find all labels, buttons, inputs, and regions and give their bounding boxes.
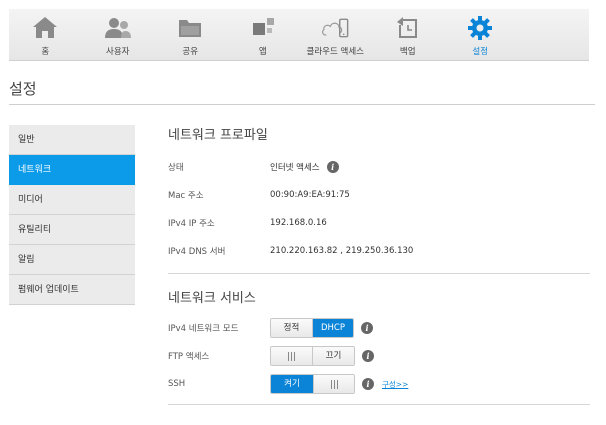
folder-icon (175, 14, 205, 42)
status-label: 상태 (168, 163, 184, 173)
ssh-state-label: 켜기 (271, 375, 313, 393)
mac-address-row: Mac 주소 00:90:A9:EA:91:75 (168, 181, 590, 209)
sidebar-item-notifications[interactable]: 알림 (9, 245, 135, 275)
ipv4-mode-row: IPv4 네트워크 모드 정적 DHCP i (168, 314, 590, 342)
ssh-label: SSH (168, 379, 186, 389)
cloud-access-icon (320, 14, 350, 42)
nav-settings[interactable]: 설정 (444, 9, 517, 61)
info-icon[interactable]: i (361, 322, 373, 334)
ipv4-address-label: IPv4 IP 주소 (168, 219, 215, 229)
ipv4-dns-value: 210.220.163.82 , 219.250.36.130 (270, 246, 414, 256)
nav-shares[interactable]: 공유 (154, 9, 227, 61)
ftp-access-switch[interactable]: 끄기 (270, 346, 355, 366)
network-services-title: 네트워크 서비스 (168, 291, 256, 306)
switch-handle[interactable] (313, 375, 354, 393)
nav-label: 사용자 (106, 47, 130, 57)
nav-home[interactable]: 홈 (9, 9, 82, 61)
status-row: 상태 인터넷 액세스 i (168, 153, 590, 181)
mac-address-label: Mac 주소 (168, 191, 204, 201)
sidebar-item-media[interactable]: 미디어 (9, 185, 135, 215)
mac-address-value: 00:90:A9:EA:91:75 (270, 190, 350, 200)
ipv4-mode-label: IPv4 네트워크 모드 (168, 324, 239, 334)
nav-apps[interactable]: 앱 (227, 9, 300, 61)
nav-users[interactable]: 사용자 (82, 9, 155, 61)
ipv4-mode-toggle: 정적 DHCP (270, 318, 354, 338)
info-icon[interactable]: i (362, 378, 374, 390)
page-title: 설정 (9, 80, 37, 98)
divider (9, 104, 595, 105)
users-icon (103, 14, 133, 42)
divider (168, 404, 590, 405)
ipv4-address-value: 192.168.0.16 (270, 218, 327, 228)
network-profile-title: 네트워크 프로파일 (168, 128, 268, 143)
ssh-switch[interactable]: 켜기 (270, 374, 355, 394)
status-value: 인터넷 액세스 (270, 163, 320, 173)
ipv4-dns-label: IPv4 DNS 서버 (168, 247, 226, 257)
nav-label: 앱 (258, 47, 267, 57)
nav-cloud-access[interactable]: 클라우드 액세스 (299, 9, 372, 61)
sidebar-item-network[interactable]: 네트워크 (9, 155, 135, 185)
sidebar-item-firmware-update[interactable]: 펌웨어 업데이트 (9, 275, 135, 305)
info-icon[interactable]: i (326, 161, 339, 173)
nav-label: 설정 (472, 47, 489, 57)
nav-label: 공유 (182, 47, 199, 57)
ssh-configure-link[interactable]: 구성>> (382, 379, 408, 390)
ipv4-dns-row: IPv4 DNS 서버 210.220.163.82 , 219.250.36.… (168, 237, 590, 265)
settings-sidebar: 일반 네트워크 미디어 유틸리티 알림 펌웨어 업데이트 (9, 125, 135, 305)
sidebar-item-utilities[interactable]: 유틸리티 (9, 215, 135, 245)
apps-icon (248, 14, 278, 42)
divider (168, 273, 590, 274)
static-option-button[interactable]: 정적 (271, 319, 312, 337)
nav-label: 백업 (399, 47, 416, 57)
switch-handle[interactable] (271, 347, 312, 365)
top-navigation: 홈 사용자 공유 앱 클라우드 액세스 백업 설정 (9, 9, 589, 61)
ipv4-address-row: IPv4 IP 주소 192.168.0.16 (168, 209, 590, 237)
ftp-state-label: 끄기 (312, 347, 354, 365)
nav-backup[interactable]: 백업 (372, 9, 445, 61)
nav-label: 홈 (41, 47, 50, 57)
ftp-access-row: FTP 액세스 끄기 i (168, 342, 590, 370)
backup-icon (393, 14, 423, 42)
info-icon[interactable]: i (362, 350, 374, 362)
network-settings-panel: 네트워크 프로파일 상태 인터넷 액세스 i Mac 주소 00:90:A9:E… (168, 125, 590, 419)
dhcp-option-button[interactable]: DHCP (312, 319, 353, 337)
home-icon (30, 14, 60, 42)
nav-label: 클라우드 액세스 (306, 47, 364, 57)
sidebar-item-general[interactable]: 일반 (9, 125, 135, 155)
ftp-access-label: FTP 액세스 (168, 352, 210, 362)
ssh-row: SSH 켜기 i 구성>> (168, 370, 590, 398)
gear-icon (465, 14, 495, 42)
